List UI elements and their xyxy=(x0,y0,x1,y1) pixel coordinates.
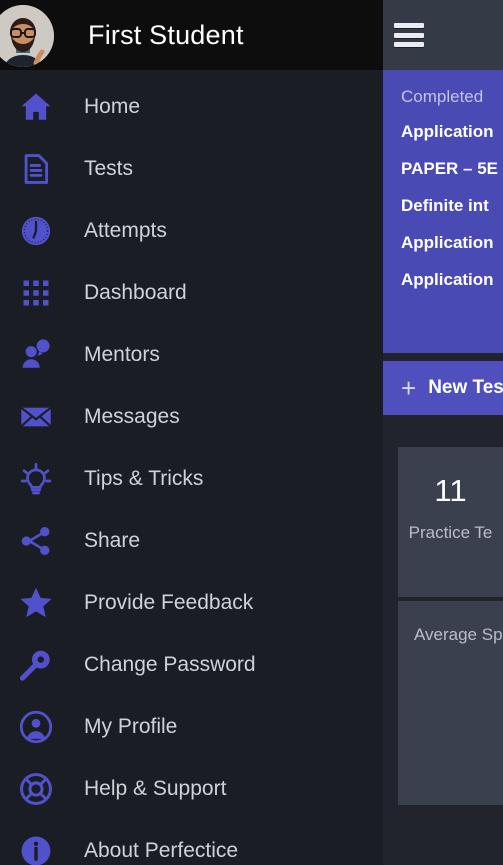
new-test-button[interactable]: + New Tes xyxy=(383,361,503,415)
sidebar-item-share[interactable]: Share xyxy=(0,510,383,572)
sidebar-item-label: About Perfectice xyxy=(84,839,239,862)
page-title: First Student xyxy=(88,19,244,50)
list-item[interactable]: Application xyxy=(401,232,503,254)
grid-dots-icon xyxy=(14,271,58,315)
sidebar-item-help-support[interactable]: Help & Support xyxy=(0,758,383,820)
completed-card-heading: Completed xyxy=(401,87,484,106)
person-chat-icon xyxy=(14,333,58,377)
sidebar-item-about-perfectice[interactable]: About Perfectice xyxy=(0,820,383,865)
key-icon xyxy=(14,643,58,687)
plus-icon: + xyxy=(401,373,417,403)
list-item[interactable]: Application xyxy=(401,121,503,143)
sidebar-item-label: Messages xyxy=(84,405,180,428)
sidebar-item-label: Tests xyxy=(84,157,134,180)
person-circle-icon xyxy=(14,705,58,749)
sidebar-item-label: My Profile xyxy=(84,715,178,738)
sidebar-item-label: Attempts xyxy=(84,219,167,242)
sidebar-item-label: Home xyxy=(84,95,141,118)
drawer-header: First Student xyxy=(0,0,383,70)
info-circle-icon xyxy=(14,829,58,865)
practice-tests-stat-card[interactable]: 11 Practice Te xyxy=(398,447,503,597)
sidebar-item-tests[interactable]: Tests xyxy=(0,138,383,200)
list-item[interactable]: Application xyxy=(401,269,503,291)
lifebuoy-icon xyxy=(14,767,58,811)
list-item[interactable]: PAPER – 5E xyxy=(401,158,503,180)
sidebar-item-tips-tricks[interactable]: Tips & Tricks xyxy=(0,448,383,510)
sidebar-item-dashboard[interactable]: Dashboard xyxy=(0,262,383,324)
sidebar-item-provide-feedback[interactable]: Provide Feedback xyxy=(0,572,383,634)
sidebar-nav-list: Home Tests Attempts Dashboard Mentors Me… xyxy=(0,70,383,865)
home-icon xyxy=(14,85,58,129)
average-speed-stat-card[interactable]: Average Sp xyxy=(398,601,503,805)
sidebar-item-home[interactable]: Home xyxy=(0,76,383,138)
avatar[interactable] xyxy=(0,5,54,67)
sidebar-item-my-profile[interactable]: My Profile xyxy=(0,696,383,758)
sidebar-item-label: Mentors xyxy=(84,343,160,366)
sidebar-item-label: Provide Feedback xyxy=(84,591,254,614)
stat-value: 11 xyxy=(434,473,467,508)
star-icon xyxy=(14,581,58,625)
mobile-app-screen: Completed Application PAPER – 5E Definit… xyxy=(0,0,503,865)
sidebar-item-label: Share xyxy=(84,529,141,552)
hamburger-menu-icon[interactable] xyxy=(394,23,424,47)
list-item[interactable]: Definite int xyxy=(401,195,503,217)
completed-tests-card: Completed Application PAPER – 5E Definit… xyxy=(383,70,503,353)
navigation-drawer: First Student Home Tests Attempts Dashbo… xyxy=(0,0,383,865)
new-test-button-label: New Tes xyxy=(428,377,503,398)
sidebar-item-mentors[interactable]: Mentors xyxy=(0,324,383,386)
document-icon xyxy=(14,147,58,191)
envelope-icon xyxy=(14,395,58,439)
sidebar-item-attempts[interactable]: Attempts xyxy=(0,200,383,262)
sidebar-item-messages[interactable]: Messages xyxy=(0,386,383,448)
sidebar-item-label: Help & Support xyxy=(84,777,227,800)
stat-label: Practice Te xyxy=(408,523,493,542)
share-nodes-icon xyxy=(14,519,58,563)
sidebar-item-label: Dashboard xyxy=(84,281,187,304)
stat-label: Average Sp xyxy=(414,625,503,644)
lightbulb-icon xyxy=(14,457,58,501)
sidebar-item-change-password[interactable]: Change Password xyxy=(0,634,383,696)
sidebar-item-label: Change Password xyxy=(84,653,256,676)
sidebar-item-label: Tips & Tricks xyxy=(84,467,204,490)
clock-icon xyxy=(14,209,58,253)
